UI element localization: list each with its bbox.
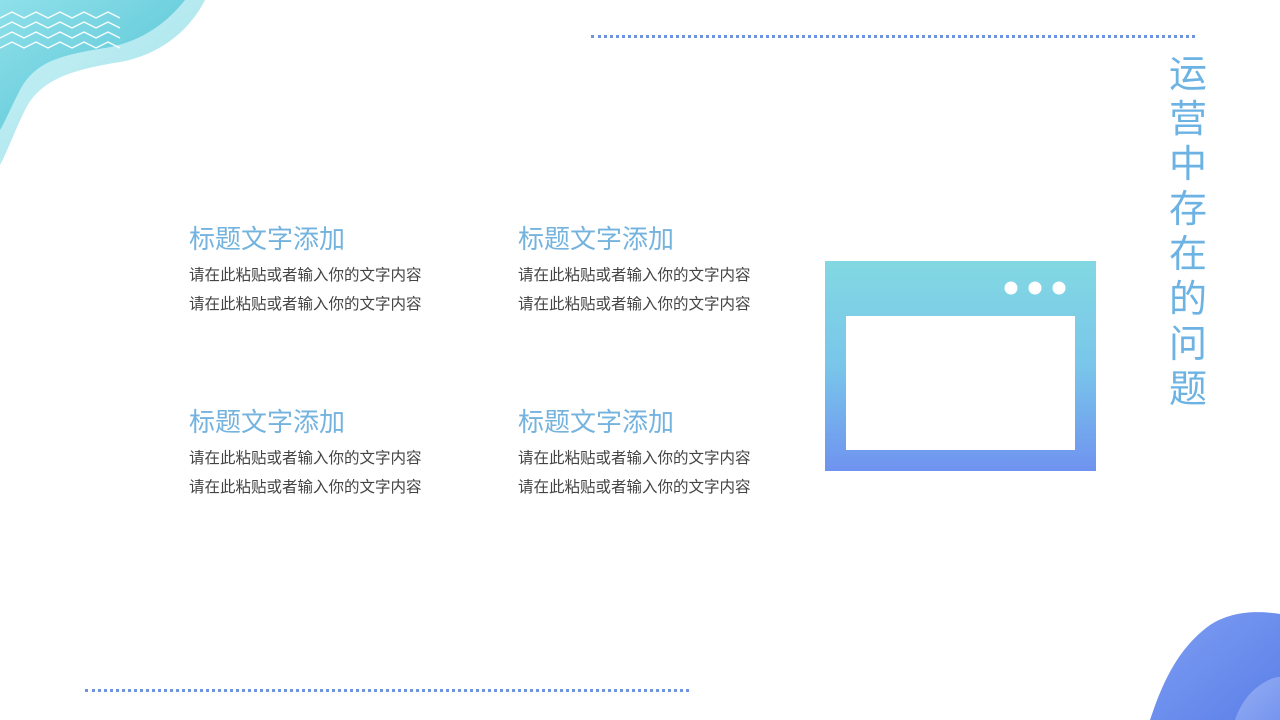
text-block-1: 标题文字添加 请在此粘贴或者输入你的文字内容 请在此粘贴或者输入你的文字内容 — [189, 225, 489, 319]
block-text-line: 请在此粘贴或者输入你的文字内容 — [518, 478, 751, 496]
text-block-2: 标题文字添加 请在此粘贴或者输入你的文字内容 请在此粘贴或者输入你的文字内容 — [518, 225, 818, 319]
vertical-title-char: 营 — [1168, 97, 1207, 141]
block-title: 标题文字添加 — [189, 225, 346, 255]
block-text-line: 请在此粘贴或者输入你的文字内容 — [189, 266, 422, 284]
wave-decoration-top-left — [0, 0, 205, 165]
slide: 运 营 中 存 在 的 问 题 标题文字添加 请在此粘贴或者输入你的文字内容 请… — [0, 0, 1280, 720]
text-block-4: 标题文字添加 请在此粘贴或者输入你的文字内容 请在此粘贴或者输入你的文字内容 — [518, 408, 818, 502]
block-text-line: 请在此粘贴或者输入你的文字内容 — [189, 449, 422, 467]
block-text-line: 请在此粘贴或者输入你的文字内容 — [189, 295, 422, 313]
vertical-title-char: 的 — [1168, 277, 1207, 321]
dotted-divider-bottom — [85, 689, 689, 692]
text-block-3: 标题文字添加 请在此粘贴或者输入你的文字内容 请在此粘贴或者输入你的文字内容 — [189, 408, 489, 502]
block-title: 标题文字添加 — [518, 225, 675, 255]
vertical-title-char: 存 — [1168, 187, 1207, 231]
vertical-title-char: 在 — [1168, 232, 1207, 276]
vertical-title-char: 中 — [1168, 142, 1207, 186]
block-text-line: 请在此粘贴或者输入你的文字内容 — [189, 478, 422, 496]
block-title: 标题文字添加 — [518, 408, 675, 438]
block-text-line: 请在此粘贴或者输入你的文字内容 — [518, 266, 751, 284]
vertical-title-char: 题 — [1168, 367, 1207, 411]
wave-decoration-bottom-right — [1150, 612, 1280, 720]
vertical-title-char: 问 — [1168, 322, 1207, 366]
block-text-line: 请在此粘贴或者输入你的文字内容 — [518, 449, 751, 467]
dotted-divider-top — [591, 35, 1195, 38]
vertical-title: 运 营 中 存 在 的 问 题 — [1166, 52, 1210, 412]
block-title: 标题文字添加 — [189, 408, 346, 438]
browser-window-icon — [825, 261, 1096, 471]
vertical-title-char: 运 — [1168, 52, 1207, 96]
block-text-line: 请在此粘贴或者输入你的文字内容 — [518, 295, 751, 313]
